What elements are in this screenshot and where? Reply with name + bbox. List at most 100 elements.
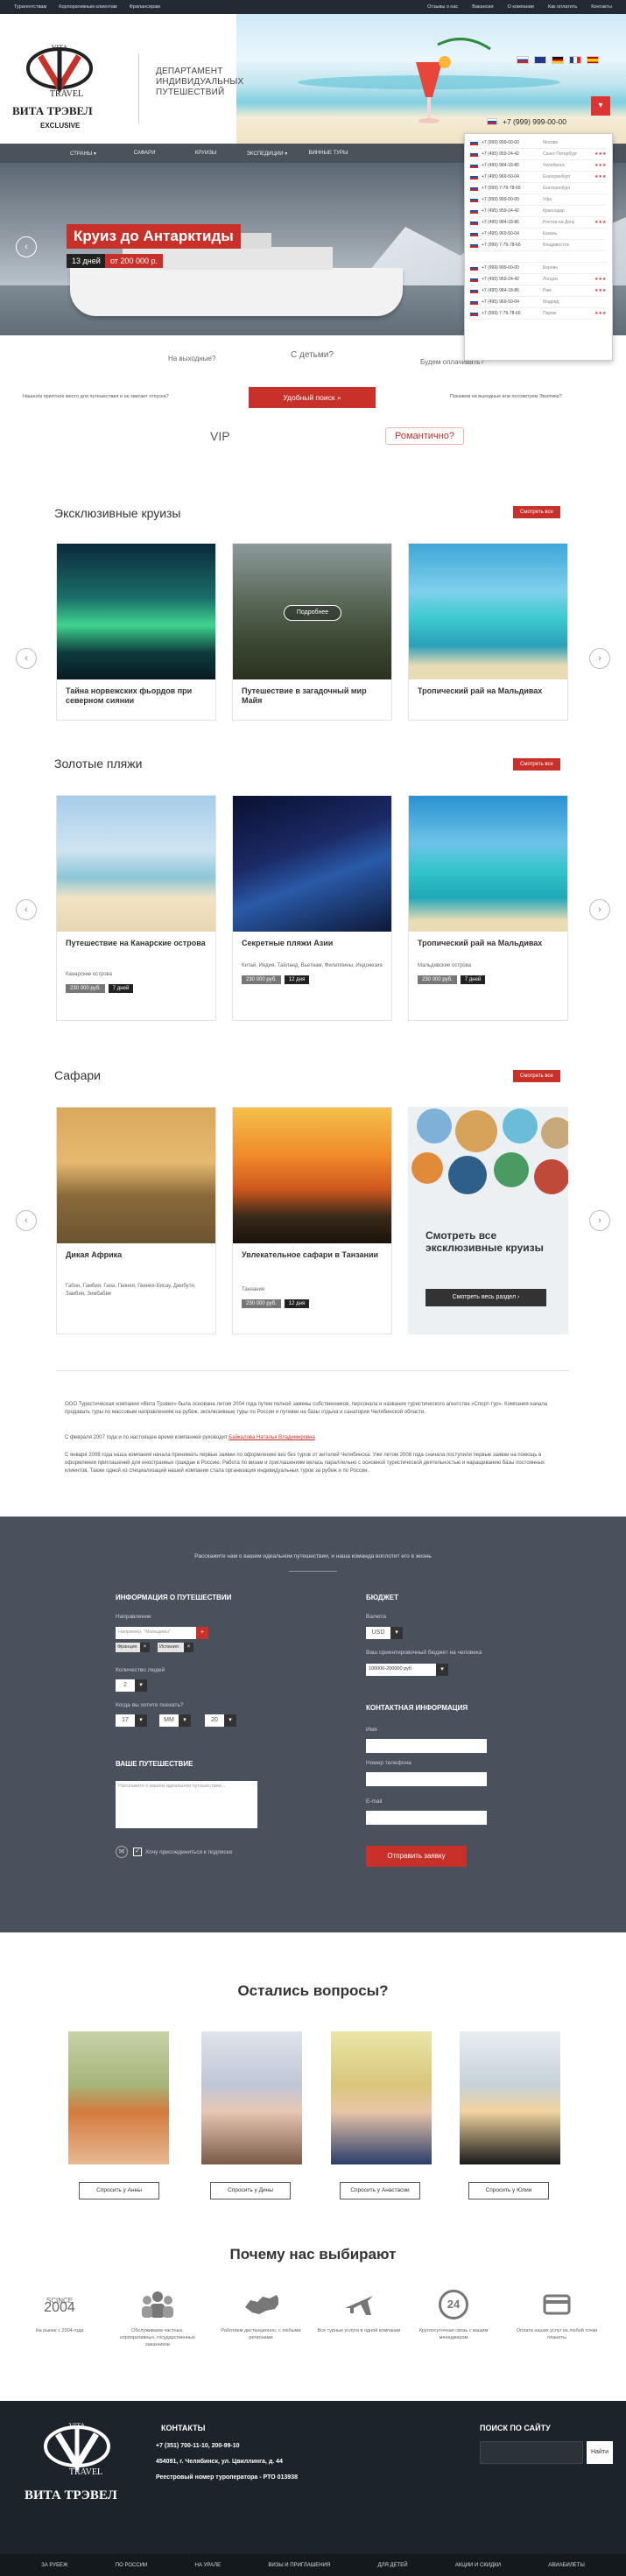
year-input[interactable]: 20: [205, 1714, 224, 1727]
quick-romantic[interactable]: Романтично?: [385, 427, 464, 445]
phone-row[interactable]: +7 (999) 999-00-00 Уфа: [470, 194, 607, 206]
safari-see-all-button[interactable]: Смотреть все: [513, 1070, 560, 1082]
phone-row[interactable]: +7 (999) 7-79-78-66 Владивосток: [470, 240, 607, 251]
beach-card-1[interactable]: Путешествие на Канарские острова Канарск…: [56, 795, 216, 1021]
phone-row[interactable]: +7 (495) 959-24-42 Краснодар: [470, 206, 607, 217]
convenient-search-button[interactable]: Удобный поиск ⌕: [249, 387, 376, 408]
see-all-section-button[interactable]: Смотреть весь раздел ›: [426, 1289, 546, 1306]
year-stepper-icon[interactable]: ▾: [224, 1714, 236, 1727]
month-input[interactable]: MM: [159, 1714, 179, 1727]
ask-yulia-button[interactable]: Спросить у Юлии: [468, 2182, 549, 2199]
phone-row[interactable]: +7 (495) 984-18-86 Челябинск ★★★: [470, 160, 607, 172]
footer-link-visas[interactable]: ВИЗЫ И ПРИГЛАШЕНИЯ: [268, 2563, 330, 2568]
flag-en-icon[interactable]: [534, 56, 546, 64]
cruises-next-arrow[interactable]: ›: [589, 648, 610, 669]
phone-row[interactable]: +7 (495) 969-50-04 Казань: [470, 229, 607, 240]
nav-countries[interactable]: СТРАНЫ ▾: [53, 151, 114, 157]
footer-logo[interactable]: VITA TRAVEL: [35, 2418, 123, 2487]
phone-row[interactable]: +7 (999) 999-00-00 Берлин: [470, 263, 607, 274]
topbar-link-vacancies[interactable]: Вакансии: [472, 4, 493, 10]
topbar-link-agencies[interactable]: Турагентствам: [14, 4, 46, 10]
topbar-link-reviews[interactable]: Отзывы о нас: [427, 4, 458, 10]
topbar-link-payment[interactable]: Как оплатить: [548, 4, 577, 10]
phone-row[interactable]: [470, 251, 607, 263]
footer-link-abroad[interactable]: ЗА РУБЕЖ: [41, 2563, 67, 2568]
flag-fr-icon[interactable]: [569, 56, 581, 64]
phone-dropdown-toggle[interactable]: ▾: [591, 96, 610, 116]
safari-next-arrow[interactable]: ›: [589, 1210, 610, 1231]
phone-row[interactable]: +7 (999) 7-79-78-66 Париж ★★★: [470, 308, 607, 320]
cruises-see-all-button[interactable]: Смотреть все: [513, 506, 560, 518]
footer-link-kids[interactable]: ДЛЯ ДЕТЕЙ: [378, 2563, 408, 2568]
ask-anastasia-button[interactable]: Спросить у Анастасии: [340, 2182, 420, 2199]
safari-card-1[interactable]: Дикая Африка Габон, Гамбия, Гана, Гвинея…: [56, 1107, 216, 1334]
footer-phone[interactable]: +7 (351) 700-11-10, 200-99-10: [156, 2443, 240, 2449]
ask-anna-button[interactable]: Спросить у Анны: [79, 2182, 159, 2199]
topbar-link-corporate[interactable]: Корпоративным клиентам: [59, 4, 116, 10]
beaches-see-all-button[interactable]: Смотреть все: [513, 758, 560, 771]
footer-search-input[interactable]: [480, 2441, 583, 2464]
nav-expeditions[interactable]: ЭКСПЕДИЦИИ ▾: [236, 151, 298, 157]
quick-vip[interactable]: VIP: [210, 429, 230, 443]
people-input[interactable]: 2: [116, 1679, 135, 1692]
flag-es-icon[interactable]: [587, 56, 599, 64]
phone-row[interactable]: +7 (495) 959-24-42 Лондон ★★★: [470, 274, 607, 285]
hero-prev-arrow[interactable]: ‹: [16, 236, 37, 257]
safari-see-all-card[interactable]: Смотреть все эксклюзивные круизы Смотрет…: [408, 1107, 573, 1334]
more-details-overlay[interactable]: Подробнее: [284, 605, 341, 621]
beach-card-3[interactable]: Тропический рай на Мальдивах Мальдивские…: [408, 795, 568, 1021]
phone-input[interactable]: [366, 1772, 487, 1786]
submit-request-button[interactable]: Отправить заявку: [366, 1846, 467, 1867]
beaches-prev-arrow[interactable]: ‹: [16, 899, 37, 920]
add-direction-button[interactable]: +: [196, 1627, 208, 1639]
month-stepper-icon[interactable]: ▾: [179, 1714, 191, 1727]
footer-search-button[interactable]: Найти: [587, 2441, 613, 2464]
safari-card-2[interactable]: Увлекательное сафари в Танзании Танзания…: [232, 1107, 392, 1334]
phone-row[interactable]: +7 (495) 969-50-04 Екатеринбург ★★★: [470, 172, 607, 183]
footer-link-russia[interactable]: ПО РОССИИ: [116, 2563, 147, 2568]
topbar-link-about[interactable]: О компании: [508, 4, 534, 10]
topbar-link-freelancers[interactable]: Фрилансерам: [130, 4, 160, 10]
remove-country-1-icon[interactable]: ×: [140, 1643, 150, 1652]
nav-safari[interactable]: САФАРИ: [114, 151, 175, 156]
footer-link-ural[interactable]: НА УРАЛЕ: [195, 2563, 222, 2568]
quick-weekend[interactable]: На выходные?: [168, 355, 215, 362]
consent-checkbox[interactable]: ✓: [133, 1848, 142, 1856]
name-input[interactable]: [366, 1739, 487, 1753]
day-stepper-icon[interactable]: ▾: [135, 1714, 147, 1727]
budget-dropdown-icon[interactable]: ▾: [436, 1664, 448, 1676]
beaches-next-arrow[interactable]: ›: [589, 899, 610, 920]
currency-dropdown-icon[interactable]: ▾: [390, 1627, 403, 1639]
safari-prev-arrow[interactable]: ‹: [16, 1210, 37, 1231]
nav-cruises[interactable]: КРУИЗЫ: [175, 151, 236, 156]
flag-de-icon[interactable]: [552, 56, 564, 64]
phone-row[interactable]: +7 (999) 7-79-78-66 Екатеринбург: [470, 183, 607, 194]
phone-row[interactable]: +7 (495) 984-18-86 Рим ★★★: [470, 285, 607, 297]
nav-wine-tours[interactable]: ВИННЫЕ ТУРЫ: [298, 151, 359, 156]
trip-description-textarea[interactable]: Расскажите о вашем идеальном путешествии…: [116, 1781, 257, 1828]
phone-row[interactable]: +7 (495) 984-18-86 Ростов-на-Дону ★★★: [470, 217, 607, 229]
beach-card-2[interactable]: Секретные пляжи Азии Китай, Индия, Тайла…: [232, 795, 392, 1021]
cruise-card-2[interactable]: Подробнее Путешествие в загадочный мир М…: [232, 543, 392, 721]
flag-ru-icon[interactable]: [517, 56, 529, 64]
director-link[interactable]: Байкалова Наталья Владимировна: [229, 1435, 315, 1440]
phone-row[interactable]: +7 (495) 969-50-04 Мадрид: [470, 297, 607, 308]
phone-row[interactable]: +7 (495) 959-24-42 Санкт-Петербург ★★★: [470, 149, 607, 160]
day-input[interactable]: 17: [116, 1714, 135, 1727]
budget-input[interactable]: 100000-200000 руб: [366, 1664, 436, 1676]
email-input[interactable]: [366, 1811, 487, 1825]
cruise-card-3[interactable]: Тропический рай на Мальдивах: [408, 543, 568, 721]
hero-title[interactable]: Круиз до Антарктиды: [67, 224, 241, 249]
phone-row[interactable]: +7 (999) 999-00-00 Москва: [470, 137, 607, 149]
ask-dina-button[interactable]: Спросить у Дины: [210, 2182, 291, 2199]
direction-input[interactable]: Например: "Мальдивы": [116, 1627, 196, 1639]
cruises-prev-arrow[interactable]: ‹: [16, 648, 37, 669]
footer-link-deals[interactable]: АКЦИИ И СКИДКИ: [455, 2563, 501, 2568]
topbar-link-contacts[interactable]: Контакты: [591, 4, 612, 10]
header-phone[interactable]: +7 (999) 999-00-00: [487, 117, 566, 126]
footer-link-flights[interactable]: АВИАБИЛЕТЫ: [548, 2563, 584, 2568]
cruise-card-1[interactable]: Тайна норвежских фьордов при северном си…: [56, 543, 216, 721]
currency-select[interactable]: USD: [366, 1627, 390, 1639]
people-stepper-icon[interactable]: ▾: [135, 1679, 147, 1692]
quick-kids[interactable]: С детьми?: [291, 350, 334, 360]
